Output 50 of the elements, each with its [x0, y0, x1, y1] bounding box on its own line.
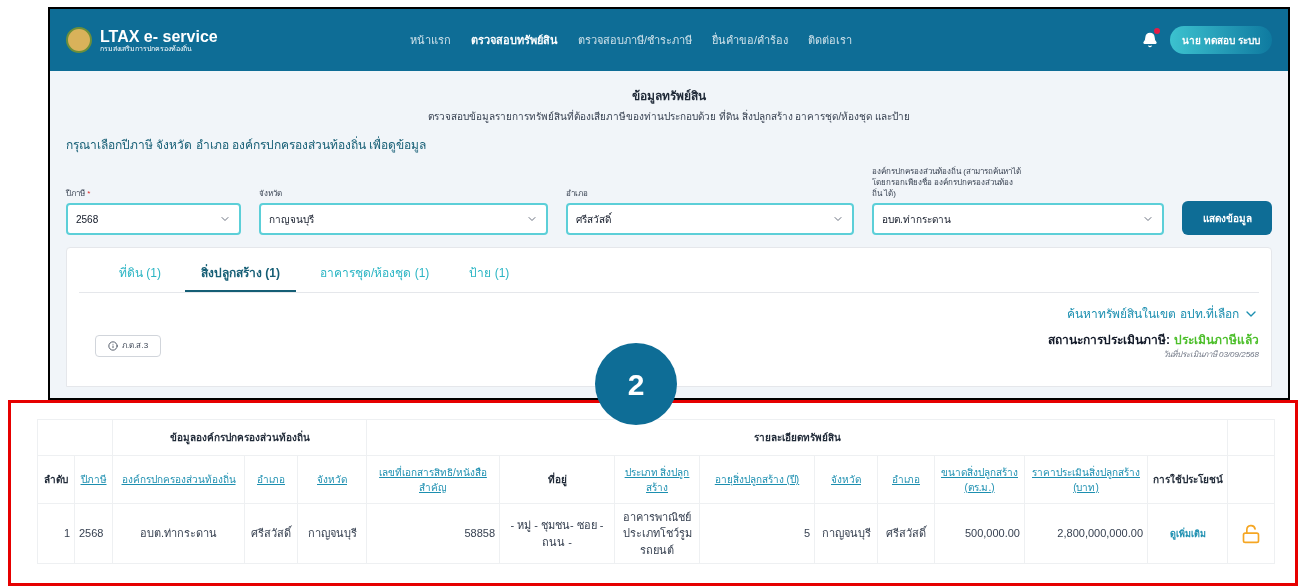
- status-label: สถานะการประเมินภาษี:: [1048, 332, 1170, 349]
- nav-link[interactable]: ตรวจสอบทรัพย์สิน: [471, 31, 558, 49]
- table-cell: 500,000.00: [964, 527, 1020, 540]
- form-button[interactable]: ภ.ด.ส.3: [95, 335, 162, 357]
- search-area-link[interactable]: ค้นหาทรัพย์สินในเขต อปท.ที่เลือก: [1067, 305, 1259, 323]
- table-cell: 1: [63, 527, 70, 540]
- user-button[interactable]: นาย ทดสอบ ระบบ: [1170, 26, 1272, 54]
- tab[interactable]: ป้าย (1): [453, 264, 526, 292]
- select-field[interactable]: กาญจนบุรี: [259, 203, 548, 235]
- tab[interactable]: อาคารชุด/ห้องชุด (1): [304, 264, 446, 292]
- table-cell: อบต.ท่ากระดาน: [139, 527, 218, 540]
- tab[interactable]: สิ่งปลูกสร้าง (1): [185, 264, 296, 292]
- table-cell: ศรีสวัสดิ์: [886, 527, 926, 540]
- tab[interactable]: ที่ดิน (1): [103, 264, 177, 292]
- bell-icon[interactable]: [1142, 32, 1159, 48]
- show-data-button[interactable]: แสดงข้อมูล: [1182, 201, 1272, 235]
- table-cell: ศรีสวัสดิ์: [251, 527, 291, 540]
- filter-prompt: กรุณาเลือกปีภาษี จังหวัด อำเภอ องค์กรปกครองส่วนท้องถิ่น เพื่อดูข้อมูล: [66, 136, 428, 154]
- field-label: ปีภาษี *: [66, 188, 92, 199]
- table-cell: 58858: [464, 527, 495, 540]
- nav-link[interactable]: ติดต่อเรา: [808, 31, 853, 49]
- status-value: ประเมินภาษีแล้ว: [1174, 332, 1259, 349]
- seal-logo-icon: [66, 27, 92, 53]
- table-cell: กาญจนบุรี: [307, 527, 357, 540]
- table-cell: 2,800,000,000.00: [1057, 527, 1143, 540]
- select-field[interactable]: 2568: [66, 203, 242, 235]
- select-field[interactable]: ศรีสวัสดิ์: [565, 203, 854, 235]
- table-cell: กาญจนบุรี: [821, 527, 871, 540]
- field-label: จังหวัด: [259, 188, 284, 199]
- info-icon: [108, 341, 118, 351]
- assessment-date: วันที่ประเมินภาษี 03/09/2568: [1162, 349, 1259, 361]
- group-header: รายละเอียดทรัพย์สิน: [753, 432, 841, 443]
- column-header: ลำดับ: [43, 473, 69, 487]
- nav-link[interactable]: ตรวจสอบภาษี/ชำระภาษี: [578, 31, 693, 49]
- table-cell: 2568: [79, 527, 104, 540]
- nav-link[interactable]: หน้าแรก: [410, 31, 451, 49]
- column-header: ที่อยู่: [546, 472, 568, 487]
- page-subtitle: ตรวจสอบข้อมูลรายการทรัพย์สินที่ต้องเสียภาษีของท่านประกอบด้วย ที่ดิน สิ่งปลูกสร้าง อาคารชุด/ห้องชุด และป้าย: [427, 109, 911, 124]
- table-cell: อาคารพาณิชย์ ประเภทโชว์รูม รถยนต์: [622, 510, 692, 556]
- table-cell: 5: [803, 527, 810, 540]
- logo-title: LTAX e- service: [100, 28, 218, 45]
- field-label: อำเภอ: [565, 188, 589, 199]
- nav-link[interactable]: ยื่นคำขอ/คำร้อง: [712, 31, 789, 49]
- more-link[interactable]: ดูเพิ่มเติม: [1169, 529, 1206, 540]
- column-header: การใช้ประโยชน์: [1152, 472, 1223, 487]
- page-title: ข้อมูลทรัพย์สิน: [631, 88, 707, 105]
- select-field[interactable]: อบต.ท่ากระดาน: [872, 203, 1165, 235]
- table-cell: - หมู่ - ชุมชน- ซอย - ถนน -: [510, 519, 604, 548]
- group-header: ข้อมูลองค์กรปกครองส่วนท้องถิ่น: [169, 432, 310, 443]
- field-label: องค์กรปกครองส่วนท้องถิ่น (สามารถค้นหาได้โดยกรอกเพียงชื่อ องค์กรปกครองส่วนท้องถิ่น ได้): [872, 166, 1022, 199]
